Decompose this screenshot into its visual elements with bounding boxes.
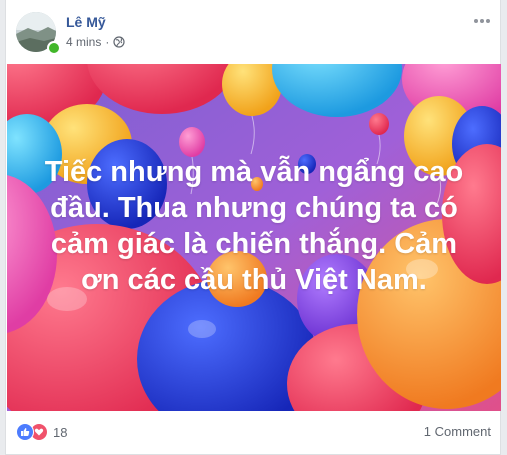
post-background-image[interactable]: Tiếc nhưng mà vẫn ngẩng cao đầu. Thua nh… [7,64,501,411]
post-text: Tiếc nhưng mà vẫn ngẩng cao đầu. Thua nh… [44,156,464,296]
online-status-dot [47,41,61,55]
globe-icon[interactable] [113,36,125,48]
author-name[interactable]: Lê Mỹ [66,14,106,30]
reactions-summary[interactable]: 18 [16,423,67,441]
post-card: Lê Mỹ 4 mins · Tiếc nhưng mà vẫn ngẩng c… [5,0,501,455]
comments-link[interactable]: 1 Comment [424,424,491,439]
reaction-count: 18 [53,424,68,440]
meta-separator: · [105,35,110,49]
post-meta: 4 mins · [66,35,125,49]
post-timestamp[interactable]: 4 mins [66,35,101,49]
more-options-icon[interactable] [472,14,492,26]
like-icon [16,423,34,441]
post-footer: 18 1 Comment [6,411,500,455]
post-header: Lê Mỹ 4 mins · [6,0,500,64]
